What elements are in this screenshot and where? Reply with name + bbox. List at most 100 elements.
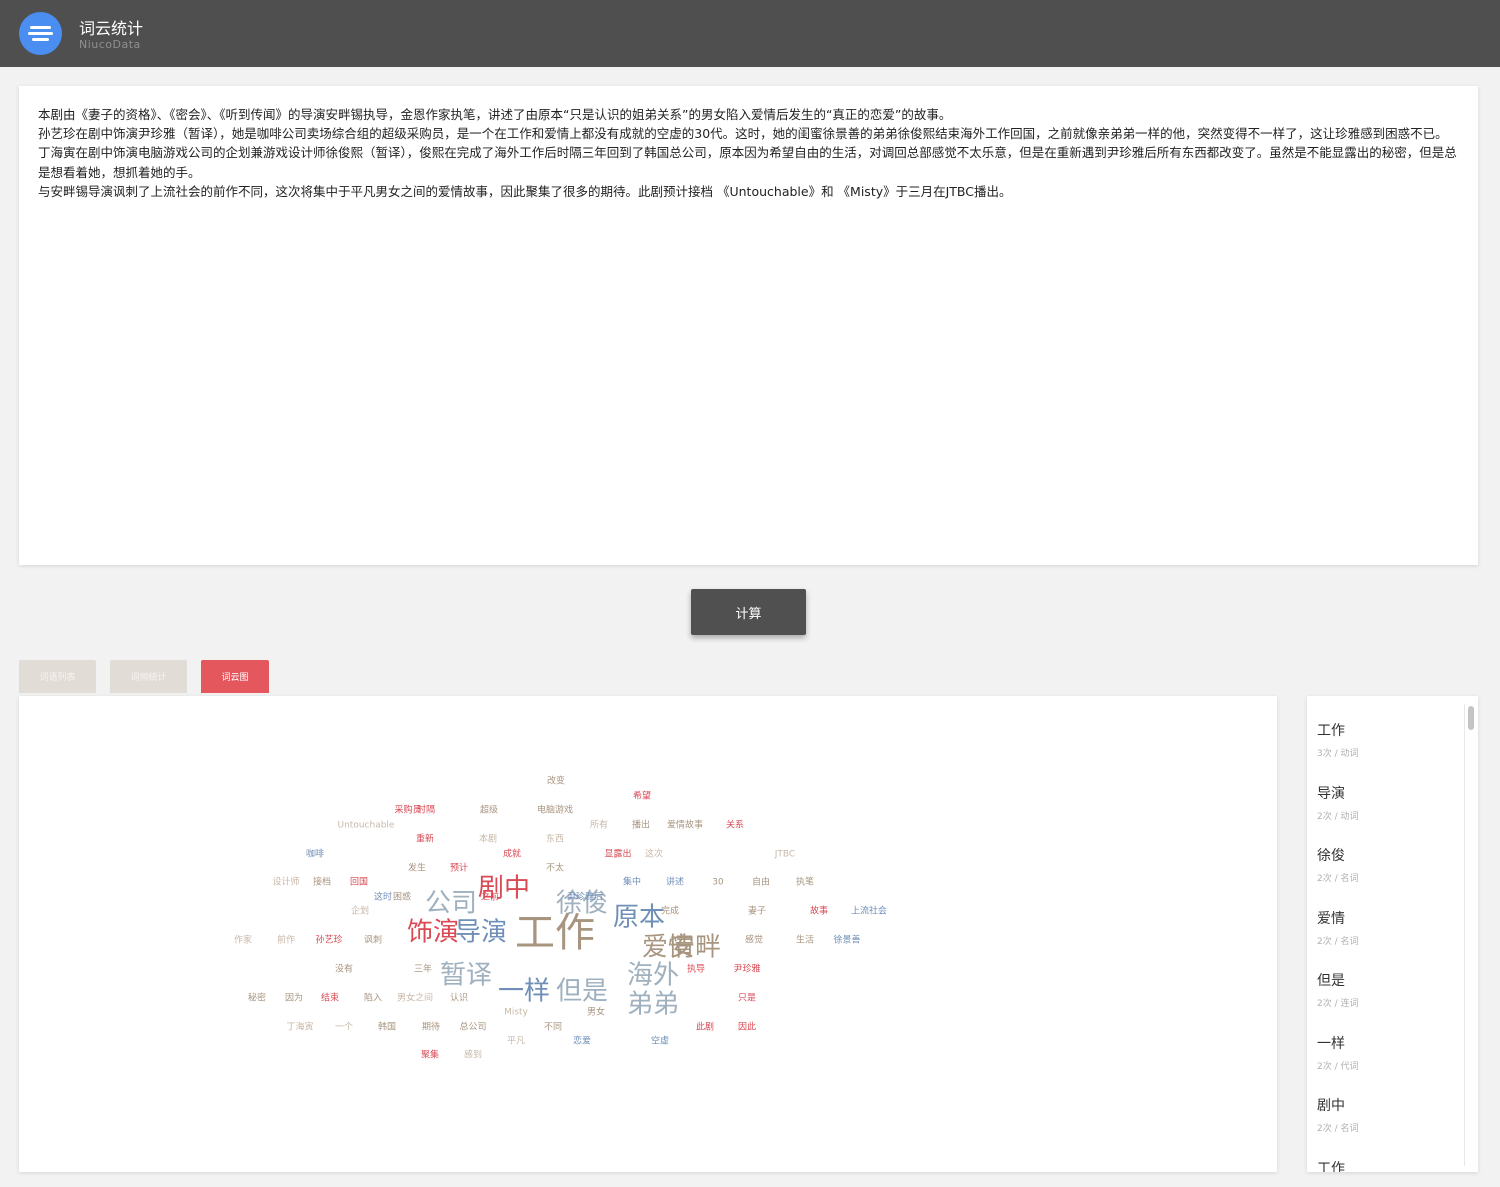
cloud-word: 孙艺珍 [315,934,342,946]
list-item[interactable]: 剧中 2次 / 名词 [1317,1095,1358,1134]
word-cloud-panel: 工作 剧中 饰演 导演 公司 徐俊 原本 爱情 安畔 暂译 一样 但是 海外 弟弟 改变 希望 采购员 时隔 超级电… [19,696,1277,1172]
list-item[interactable]: 但是 2次 / 连词 [1317,970,1358,1009]
cloud-word: 发生 [408,862,426,874]
app-subtitle: NiucoData [79,38,141,51]
cloud-word: 期待 [422,1021,440,1033]
cloud-word: 完成 [661,905,679,917]
cloud-word: 妻子 [748,905,766,917]
text-paragraph: 本剧由《妻子的资格》、《密会》、《听到传闻》的导演安畔锡执导，金恩作家执笔，讲述… [38,107,952,122]
calculate-button[interactable]: 计算 [691,589,806,635]
cloud-word: 生活 [796,934,814,946]
list-item[interactable]: 工作 3次 / 动词 [1317,720,1358,759]
cloud-word: 电脑游戏 [537,804,573,816]
text-paragraph: 孙艺珍在剧中饰演尹珍雅（暂译），她是咖啡公司卖场综合组的超级采购员，是一个在工作… [38,126,1448,142]
cloud-word: 安畔 [669,933,721,963]
cloud-word: 感觉 [745,934,763,946]
cloud-word: 不同 [544,1022,562,1033]
cloud-word: 自由 [752,876,770,888]
cloud-word: 丁海寅 [286,1021,313,1033]
cloud-word: 讲述 [666,876,684,888]
cloud-word: 超级 [480,804,498,816]
cloud-word: 没有 [335,963,353,975]
cloud-word: 韩国 [378,1021,396,1033]
cloud-word: 咖啡 [306,848,324,860]
cloud-word: Untouchable [338,821,395,831]
tab-word-frequency[interactable]: 词频统计 [110,660,187,693]
cloud-word: 希望 [633,790,651,802]
cloud-word: 讽刺 [364,935,382,946]
text-paragraph: 与安畔锡导演讽刺了上流社会的前作不同，这次将集中于平凡男女之间的爱情故事，因此聚… [38,183,1012,199]
cloud-word: 因此 [738,1021,756,1033]
cloud-word: 回国 [350,877,368,888]
cloud-word: 故事 [810,905,828,917]
cloud-word: 三年 [414,963,432,975]
cloud-word: 男女 [587,1006,605,1018]
cloud-word: 预计 [450,862,468,874]
cloud-word: 此剧 [696,1021,714,1033]
cloud-word: 所有 [590,819,608,831]
cloud-word: 男女之间 [397,992,433,1004]
cloud-word: 聚集 [421,1049,439,1061]
cloud-word: 徐景善 [833,934,860,946]
cloud-word: 时隔 [417,804,435,816]
cloud-word: 感到 [464,1049,482,1061]
cloud-word: 暂译 [440,961,492,991]
cloud-word: 执笔 [796,876,814,888]
cloud-word: 饰演 [407,918,459,948]
cloud-word: 上流社会 [851,905,887,917]
cloud-word: 一样 [498,977,550,1007]
scrollbar-track [1464,704,1465,1166]
text-input-area[interactable]: 本剧由《妻子的资格》、《密会》、《听到传闻》的导演安畔锡执导，金恩作家执笔，讲述… [19,86,1478,565]
cloud-word: 公司 [425,889,477,919]
list-item[interactable]: 导演 2次 / 动词 [1317,783,1358,822]
cloud-word: 本剧 [479,833,497,845]
cloud-word: 因为 [285,992,303,1004]
cloud-word: 平凡 [507,1036,525,1047]
cloud-word: 弟弟 [627,990,679,1020]
cloud-word: 改变 [547,775,565,787]
cloud-word: 设计师 [272,876,299,888]
list-item[interactable]: 爱情 2次 / 名词 [1317,908,1358,947]
text-paragraph: 丁海寅在剧中饰演电脑游戏公司的企划兼游戏设计师徐俊熙（暂译），俊熙在完成了海外工… [38,145,1457,180]
cloud-word: 困惑 [393,891,411,903]
cloud-word: 东西 [546,833,564,845]
cloud-word: 认识 [450,992,468,1004]
cloud-word: 接档 [313,876,331,888]
app-header: 词云统计 NiucoData [0,0,1500,67]
tab-word-cloud[interactable]: 词云图 [201,660,269,693]
cloud-word: 显露出 [604,848,631,860]
cloud-word: 秘密 [248,992,266,1004]
word-list-panel[interactable]: 工作 3次 / 动词 导演 2次 / 动词 徐俊 2次 / 名词 爱情 2次 / 名词 … [1307,696,1478,1172]
scrollbar-thumb[interactable] [1468,706,1474,730]
list-item[interactable]: 工作 [1317,1158,1345,1172]
cloud-word: 执导 [687,963,705,975]
cloud-word: 空虚 [651,1035,669,1047]
cloud-word: 总公司 [459,1021,486,1033]
cloud-word: 30 [712,878,724,888]
cloud-word: JTBC [774,850,795,860]
cloud-word: 不太 [546,862,564,874]
cloud-word: 重新 [416,833,434,845]
cloud-word: 导演 [455,918,507,948]
tab-word-list[interactable]: 词语列表 [19,660,96,693]
cloud-word: 爱情故事 [667,819,703,831]
cloud-word: 原本 [613,903,665,933]
cloud-word: 尹珍雅后 [567,891,603,903]
menu-icon[interactable] [19,12,62,55]
cloud-word: 结束 [321,992,339,1004]
cloud-word: 集中 [623,876,641,888]
cloud-word: 一个 [335,1022,353,1033]
cloud-word: 作家 [234,934,252,946]
cloud-word: Misty [504,1008,528,1018]
cloud-word: 成就 [503,848,521,860]
cloud-word: 海外 [627,961,679,991]
list-item[interactable]: 徐俊 2次 / 名词 [1317,845,1358,884]
cloud-word: 关系 [726,819,744,831]
cloud-word: 尹珍雅 [733,963,760,975]
cloud-word: 陷入 [364,992,382,1004]
cloud-word: 这次 [645,848,663,860]
list-item[interactable]: 一样 2次 / 代词 [1317,1033,1358,1072]
cloud-word: 播出 [632,819,650,831]
cloud-word: 前作 [277,934,295,946]
word-cloud-chart: 工作剧中饰演导演公司 徐俊 原本爱情安畔暂译一样 但是海外弟弟改变希望采购员时隔 超级电… [234,775,887,1061]
